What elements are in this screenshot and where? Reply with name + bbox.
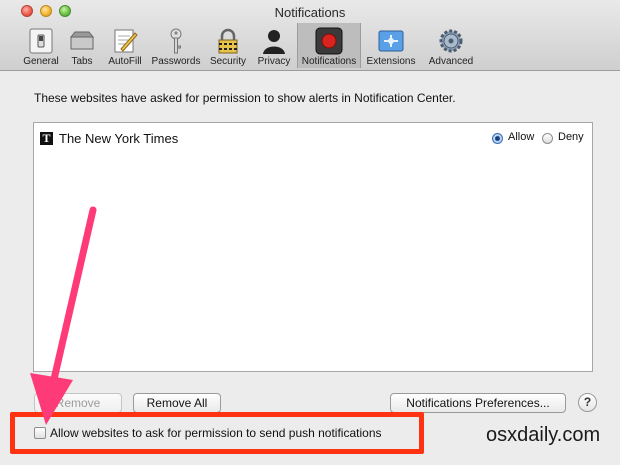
puzzle-extensions-icon	[378, 30, 404, 52]
remove-all-button[interactable]: Remove All	[133, 393, 221, 413]
tab-passwords[interactable]: Passwords	[150, 25, 202, 69]
tab-extensions[interactable]: Extensions	[364, 25, 418, 69]
title-bar: Notifications General Tabs AutoFill Pass…	[0, 0, 620, 71]
notifications-preferences-button[interactable]: Notifications Preferences...	[390, 393, 566, 413]
help-button[interactable]: ?	[578, 393, 597, 412]
nyt-favicon-icon: T	[40, 132, 53, 145]
tab-tabs[interactable]: Tabs	[64, 25, 100, 69]
tab-general-label: General	[23, 56, 59, 67]
tab-privacy[interactable]: Privacy	[254, 25, 294, 69]
tab-security[interactable]: Security	[206, 25, 250, 69]
deny-radio-label[interactable]: Deny	[558, 131, 584, 143]
window-title: Notifications	[274, 5, 346, 20]
tab-advanced-label: Advanced	[428, 56, 474, 67]
push-notifications-checkbox[interactable]	[34, 427, 46, 439]
deny-radio[interactable]	[542, 133, 553, 144]
key-icon	[170, 28, 182, 54]
tab-notifications[interactable]: Notifications	[297, 23, 361, 68]
gear-icon	[439, 29, 463, 53]
allow-radio-label[interactable]: Allow	[508, 131, 534, 143]
tab-advanced[interactable]: Advanced	[426, 25, 476, 69]
allow-radio[interactable]	[492, 133, 503, 144]
tab-autofill-label: AutoFill	[108, 56, 142, 67]
tab-extensions-label: Extensions	[366, 56, 416, 67]
tab-autofill[interactable]: AutoFill	[104, 25, 146, 69]
tab-passwords-label: Passwords	[151, 56, 201, 67]
pane-description: These websites have asked for permission…	[34, 91, 456, 105]
tabs-icon	[69, 31, 95, 50]
padlock-icon	[218, 28, 238, 54]
autofill-pencil-icon	[114, 29, 138, 53]
push-notifications-checkbox-label[interactable]: Allow websites to ask for permission to …	[50, 426, 382, 440]
tab-general[interactable]: General	[22, 25, 60, 69]
notifications-pane: These websites have asked for permission…	[0, 71, 620, 465]
safari-preferences-window: Notifications General Tabs AutoFill Pass…	[0, 0, 620, 465]
person-silhouette-icon	[263, 30, 285, 54]
website-permission-list[interactable]: T The New York Times Allow Deny	[33, 122, 593, 372]
tab-notifications-label: Notifications	[301, 56, 357, 67]
tab-tabs-label: Tabs	[71, 56, 93, 67]
remove-button[interactable]: Remove	[34, 393, 122, 413]
tab-privacy-label: Privacy	[257, 56, 291, 67]
notification-record-icon	[315, 27, 343, 55]
list-item[interactable]: T The New York Times Allow Deny	[34, 129, 592, 149]
watermark: osxdaily.com	[486, 424, 601, 446]
site-name: The New York Times	[59, 131, 179, 146]
tab-security-label: Security	[209, 56, 247, 67]
general-switch-icon	[29, 28, 53, 54]
